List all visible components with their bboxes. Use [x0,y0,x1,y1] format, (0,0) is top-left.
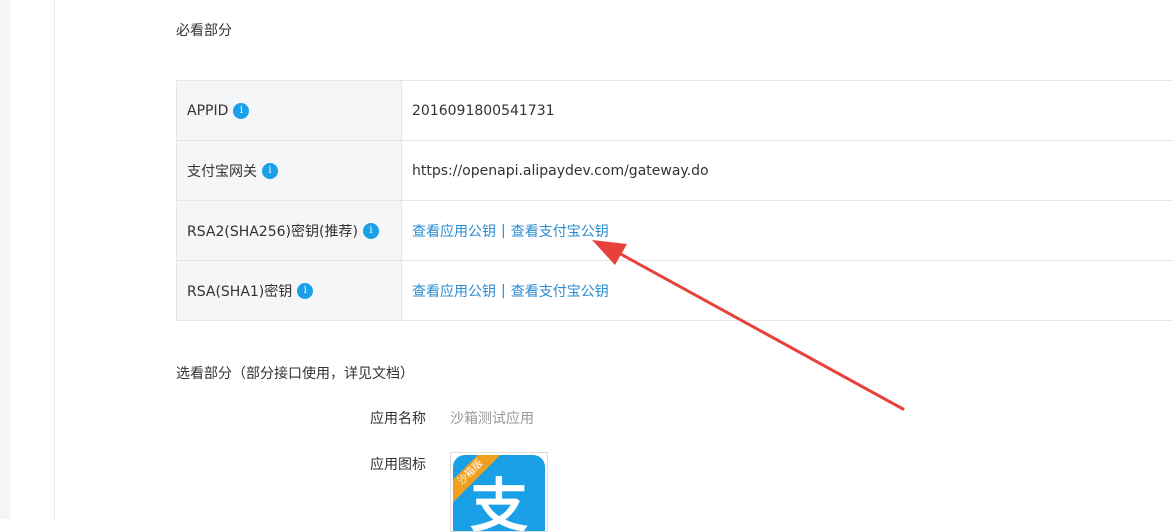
info-icon[interactable]: i [262,162,278,179]
rsa-links: 查看应用公钥 | 查看支付宝公钥 [402,261,1173,320]
view-alipay-public-key-link[interactable]: 查看支付宝公钥 [511,221,609,241]
alipay-logo-icon: 支 沙箱版 [453,455,545,532]
gateway-value: https://openapi.alipaydev.com/gateway.do [412,162,709,179]
alipay-logo-glyph: 支 [469,472,529,532]
row-label-cell: RSA(SHA1)密钥 i [177,261,402,320]
left-rail [0,0,10,519]
appid-label: APPID [187,102,229,119]
table-row-rsa: RSA(SHA1)密钥 i 查看应用公钥 | 查看支付宝公钥 [177,261,1173,321]
app-icon-label: 应用图标 [370,457,426,473]
app-icon-image: 支 沙箱版 [450,452,548,532]
info-icon[interactable]: i [297,282,314,299]
link-separator: | [501,222,506,239]
gateway-label: 支付宝网关 [187,163,257,180]
appid-value: 2016091800541731 [412,102,555,119]
view-app-public-key-link[interactable]: 查看应用公钥 [412,221,496,241]
info-icon[interactable]: i [233,102,250,119]
table-row-appid: APPID i 2016091800541731 [177,81,1173,141]
table-row-rsa2: RSA2(SHA256)密钥(推荐) i 查看应用公钥 | 查看支付宝公钥 [177,201,1173,261]
row-label-cell: 支付宝网关 i [177,141,402,200]
view-alipay-public-key-link[interactable]: 查看支付宝公钥 [511,281,609,301]
optional-section-title: 选看部分（部分接口使用，详见文档） [176,366,414,382]
view-app-public-key-link[interactable]: 查看应用公钥 [412,281,496,301]
link-separator: | [501,282,506,299]
row-label-cell: APPID i [177,81,402,140]
rsa-label: RSA(SHA1)密钥 [187,283,293,300]
table-row-gateway: 支付宝网关 i https://openapi.alipaydev.com/ga… [177,141,1173,201]
required-section-title: 必看部分 [176,23,232,39]
rsa2-links: 查看应用公钥 | 查看支付宝公钥 [402,201,1173,260]
app-name-label: 应用名称 [370,411,426,427]
left-divider [54,0,55,519]
key-info-table: APPID i 2016091800541731 支付宝网关 i https:/… [176,80,1173,321]
app-name-value: 沙箱测试应用 [450,411,534,427]
info-icon[interactable]: i [362,222,379,239]
rsa2-label: RSA2(SHA256)密钥(推荐) [187,223,358,240]
row-label-cell: RSA2(SHA256)密钥(推荐) i [177,201,402,260]
